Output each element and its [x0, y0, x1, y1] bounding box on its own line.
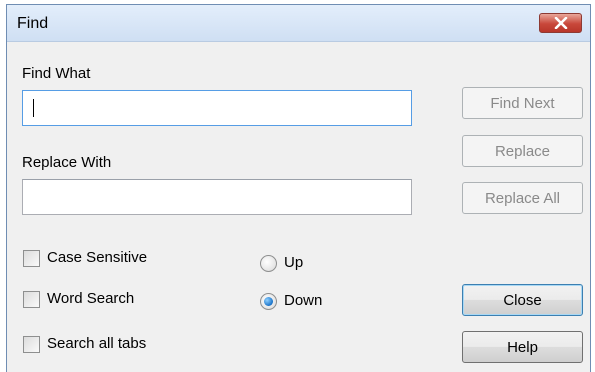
find-what-input[interactable] — [22, 90, 412, 126]
up-label[interactable]: Up — [284, 254, 303, 271]
find-what-label: Find What — [22, 65, 91, 82]
window-title: Find — [17, 15, 49, 32]
search-all-tabs-label[interactable]: Search all tabs — [47, 335, 146, 352]
radio-selected-dot — [264, 297, 273, 306]
find-next-button[interactable]: Find Next — [462, 87, 583, 119]
dialog-body: Find What Replace With Find Next Replace… — [7, 42, 590, 372]
window-close-button[interactable] — [539, 13, 582, 33]
up-radio[interactable] — [260, 255, 277, 272]
replace-with-input[interactable] — [22, 179, 412, 215]
text-caret — [33, 99, 34, 117]
replace-with-label: Replace With — [22, 154, 112, 171]
replace-button[interactable]: Replace — [462, 135, 583, 167]
title-bar[interactable]: Find — [7, 5, 590, 42]
down-label[interactable]: Down — [284, 292, 322, 309]
word-search-checkbox[interactable] — [23, 291, 40, 308]
replace-all-button[interactable]: Replace All — [462, 182, 583, 214]
down-radio[interactable] — [260, 293, 277, 310]
close-icon — [554, 17, 567, 29]
case-sensitive-checkbox[interactable] — [23, 250, 40, 267]
help-button[interactable]: Help — [462, 331, 583, 363]
find-dialog: Find Find What Replace With Find Next Re… — [6, 4, 591, 372]
search-all-tabs-checkbox[interactable] — [23, 336, 40, 353]
case-sensitive-label[interactable]: Case Sensitive — [47, 249, 147, 266]
word-search-label[interactable]: Word Search — [47, 290, 134, 307]
close-button[interactable]: Close — [462, 284, 583, 316]
